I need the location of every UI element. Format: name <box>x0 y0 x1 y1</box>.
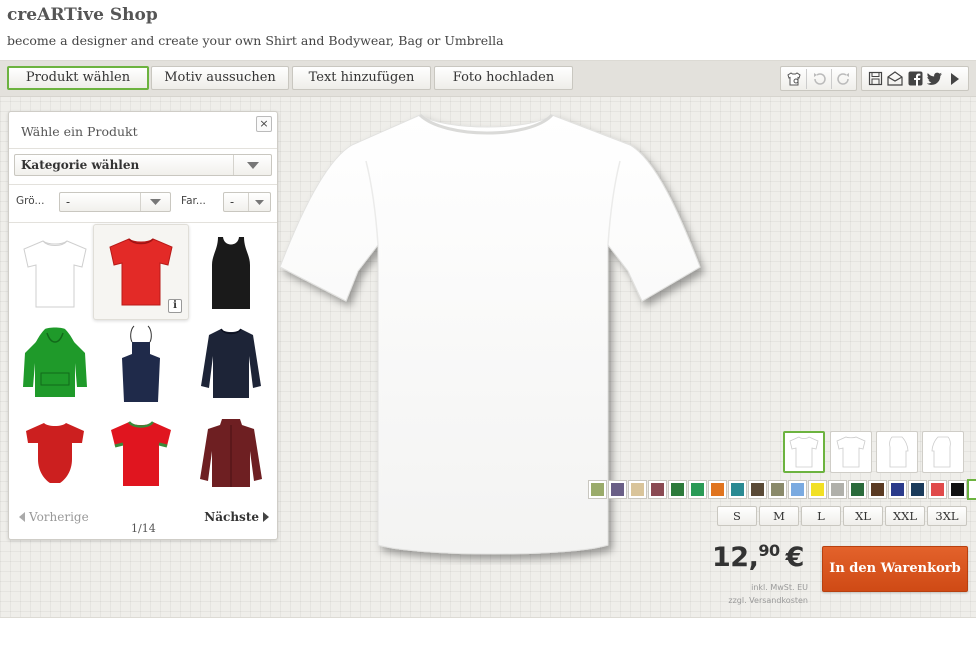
color-swatch[interactable] <box>967 479 976 500</box>
chevron-down-icon <box>248 193 270 211</box>
size-xl-button[interactable]: XL <box>843 506 883 526</box>
shop-header: creARTive Shop become a designer and cre… <box>0 0 976 60</box>
chevron-down-icon <box>140 193 170 211</box>
color-select-value: - <box>230 195 235 209</box>
color-swatch[interactable] <box>768 480 787 499</box>
color-swatch[interactable] <box>948 480 967 499</box>
color-swatch[interactable] <box>708 480 727 499</box>
product-green-hoodie[interactable] <box>7 316 103 412</box>
prev-page-label: Vorherige <box>29 510 89 524</box>
color-swatch[interactable] <box>788 480 807 499</box>
chevron-left-icon <box>19 512 25 522</box>
size-xxl-button[interactable]: XXL <box>885 506 925 526</box>
product-red-tshirt[interactable]: i <box>93 224 189 320</box>
size-3xl-button[interactable]: 3XL <box>927 506 967 526</box>
undo-icon[interactable] <box>809 69 829 89</box>
edit-icon-group <box>780 66 857 91</box>
size-select[interactable]: - <box>59 192 171 212</box>
view-back[interactable] <box>830 431 872 473</box>
panel-title: Wähle ein Produkt <box>21 124 138 139</box>
shop-subtitle: become a designer and create your own Sh… <box>7 33 504 48</box>
size-select-value: - <box>66 195 71 209</box>
color-swatch[interactable] <box>908 480 927 499</box>
color-swatch[interactable] <box>868 480 887 499</box>
color-swatch[interactable] <box>728 480 747 499</box>
divider <box>9 148 277 149</box>
price: 12,90 € <box>712 541 804 573</box>
color-swatch[interactable] <box>588 480 607 499</box>
chevron-down-icon <box>233 155 271 175</box>
divider <box>9 184 277 185</box>
color-swatch[interactable] <box>848 480 867 499</box>
size-label: Grö... <box>16 195 45 207</box>
tab-motiv-aussuchen[interactable]: Motiv aussuchen <box>151 66 289 90</box>
color-swatch[interactable] <box>928 480 947 499</box>
redo-icon[interactable] <box>834 69 854 89</box>
price-main: 12, <box>712 542 759 573</box>
play-icon[interactable] <box>945 69 965 89</box>
color-swatch[interactable] <box>668 480 687 499</box>
product-navy-apron[interactable] <box>93 316 189 412</box>
price-note-shipping: zzgl. Versandkosten <box>728 596 808 605</box>
next-page-label: Nächste <box>204 510 259 524</box>
size-l-button[interactable]: L <box>801 506 841 526</box>
facebook-icon[interactable] <box>905 69 925 89</box>
view-right[interactable] <box>922 431 964 473</box>
share-icon-group <box>861 66 969 91</box>
size-m-button[interactable]: M <box>759 506 799 526</box>
color-select[interactable]: - <box>223 192 271 212</box>
color-swatch[interactable] <box>648 480 667 499</box>
price-currency: € <box>785 542 805 573</box>
product-navy-longsleeve[interactable] <box>183 316 279 412</box>
color-swatch[interactable] <box>828 480 847 499</box>
chevron-right-icon <box>263 512 269 522</box>
product-red-baby-body[interactable] <box>7 406 103 502</box>
info-icon[interactable]: i <box>168 299 182 313</box>
color-swatch[interactable] <box>688 480 707 499</box>
shop-title: creARTive Shop <box>7 5 158 25</box>
tab-foto-hochladen[interactable]: Foto hochladen <box>434 66 573 90</box>
twitter-icon[interactable] <box>925 69 945 89</box>
product-panel: Wähle ein Produkt × Kategorie wählen Grö… <box>8 111 278 540</box>
product-black-tanktop[interactable] <box>183 226 279 322</box>
view-left[interactable] <box>876 431 918 473</box>
product-red-ringer-tshirt[interactable] <box>93 406 189 502</box>
tab-produkt-waehlen[interactable]: Produkt wählen <box>7 66 149 90</box>
color-swatch[interactable] <box>748 480 767 499</box>
product-preview[interactable] <box>270 105 710 569</box>
color-swatch[interactable] <box>888 480 907 499</box>
view-front[interactable] <box>783 431 825 473</box>
shirt-settings-icon[interactable] <box>784 69 804 89</box>
price-note-tax: inkl. MwSt. EU <box>751 583 808 592</box>
tab-text-hinzufuegen[interactable]: Text hinzufügen <box>292 66 431 90</box>
category-select[interactable]: Kategorie wählen <box>14 154 272 176</box>
add-to-cart-button[interactable]: In den Warenkorb <box>822 546 968 592</box>
save-icon[interactable] <box>865 69 885 89</box>
designer-area: Produkt wählen Motiv aussuchen Text hinz… <box>0 60 976 618</box>
next-page-button[interactable]: Nächste <box>204 510 269 524</box>
category-select-value: Kategorie wählen <box>21 158 140 172</box>
color-swatch[interactable] <box>808 480 827 499</box>
product-maroon-jacket[interactable] <box>183 406 279 502</box>
page-count: 1/14 <box>131 522 156 535</box>
toolbar: Produkt wählen Motiv aussuchen Text hinz… <box>0 61 976 97</box>
color-swatch[interactable] <box>628 480 647 499</box>
product-white-tshirt[interactable] <box>7 226 103 322</box>
prev-page-button[interactable]: Vorherige <box>19 510 89 524</box>
price-cents: 90 <box>758 541 780 560</box>
color-swatch[interactable] <box>608 480 627 499</box>
size-s-button[interactable]: S <box>717 506 757 526</box>
divider <box>9 222 277 223</box>
color-label: Far... <box>181 195 206 207</box>
email-icon[interactable] <box>885 69 905 89</box>
